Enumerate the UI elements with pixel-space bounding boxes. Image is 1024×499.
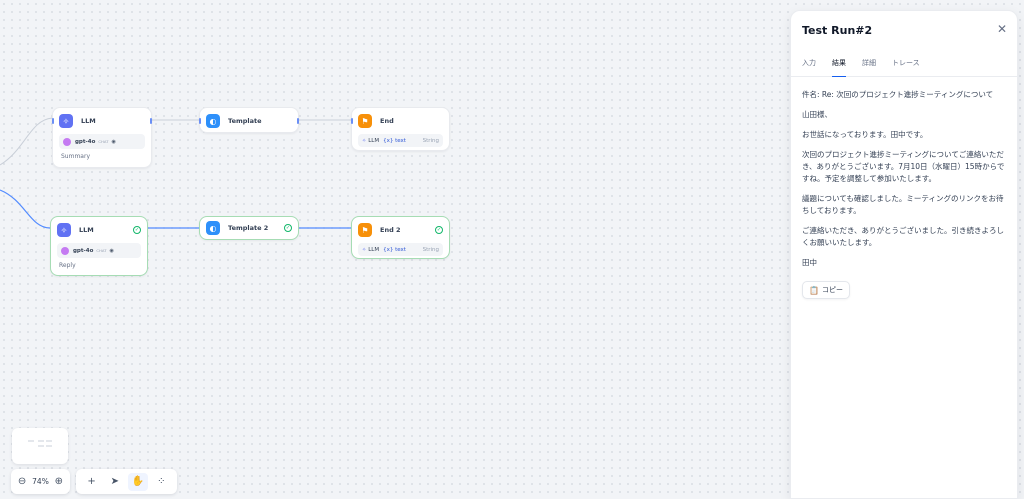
success-check-icon: ✓ xyxy=(284,224,292,232)
tab-input[interactable]: 入力 xyxy=(802,49,816,77)
hand-icon[interactable]: ✋ xyxy=(128,472,149,491)
node-template[interactable]: ◐ Template xyxy=(199,107,299,133)
node-title: Template 2 xyxy=(228,224,269,232)
model-name: gpt-4o xyxy=(75,138,96,145)
close-icon[interactable]: ✕ xyxy=(997,22,1007,36)
model-mode: CHAT xyxy=(96,248,107,253)
tab-result[interactable]: 結果 xyxy=(832,49,846,77)
output-handle[interactable] xyxy=(150,118,152,124)
copy-label: コピー xyxy=(821,286,843,294)
variable-source: LLM xyxy=(368,137,380,144)
edge-in-1 xyxy=(0,117,53,166)
minimap-node xyxy=(28,440,34,442)
result-paragraph: 次回のプロジェクト進捗ミーティングについてご連絡いただき、ありがとうございます。… xyxy=(802,150,1005,183)
node-title: LLM xyxy=(79,226,94,234)
llm-small-icon: ✧ xyxy=(362,137,367,144)
llm-icon: ✧ xyxy=(59,114,73,128)
input-handle[interactable] xyxy=(351,118,353,124)
eye-icon: ◉ xyxy=(111,138,116,145)
input-handle[interactable] xyxy=(199,118,201,124)
node-llm-reply[interactable]: ✧ LLM ✓ gpt-4o CHAT ◉ Reply xyxy=(50,216,148,276)
variable-source: LLM xyxy=(368,246,380,253)
panel-title: Test Run#2 xyxy=(802,24,873,37)
test-run-panel: Test Run#2 ✕ 入力 結果 詳細 トレース 件名: Re: 次回のプロ… xyxy=(790,10,1018,499)
workflow-canvas[interactable]: ✧ LLM gpt-4o CHAT ◉ Summary ◐ Template ⚑… xyxy=(0,0,790,499)
result-paragraph: ご連絡いただき、ありがとうございました。引き続きよろしくお願いいたします。 xyxy=(802,226,1004,247)
node-template-2[interactable]: ◐ Template 2 ✓ xyxy=(199,216,299,240)
openai-icon xyxy=(63,137,71,146)
success-check-icon: ✓ xyxy=(435,226,443,234)
node-description: Reply xyxy=(59,262,76,269)
success-check-icon: ✓ xyxy=(133,226,141,234)
zoom-controls: ⊖ 74% ⊕ xyxy=(11,469,70,494)
eye-icon: ◉ xyxy=(109,247,114,254)
node-title: Template xyxy=(228,117,262,125)
model-badge: gpt-4o CHAT ◉ xyxy=(59,134,145,149)
end-icon: ⚑ xyxy=(358,114,372,128)
template-icon: ◐ xyxy=(206,114,220,128)
pointer-icon[interactable]: ➤ xyxy=(105,473,125,491)
output-variable: ✧ LLM {x} text String xyxy=(358,243,443,256)
zoom-out-icon[interactable]: ⊖ xyxy=(18,476,26,487)
tab-trace[interactable]: トレース xyxy=(892,49,920,77)
plus-icon[interactable]: + xyxy=(82,473,102,491)
output-handle[interactable] xyxy=(297,118,299,124)
minimap-node xyxy=(46,445,52,447)
llm-small-icon: ✧ xyxy=(362,246,367,253)
result-paragraph: 山田様、 xyxy=(802,110,832,119)
minimap-node xyxy=(38,445,44,447)
zoom-level[interactable]: 74% xyxy=(32,477,49,486)
end-icon: ⚑ xyxy=(358,223,372,237)
node-end[interactable]: ⚑ End ✧ LLM {x} text String xyxy=(351,107,450,151)
llm-icon: ✧ xyxy=(57,223,71,237)
node-title: LLM xyxy=(81,117,96,125)
minimap-node xyxy=(46,440,52,442)
variable-name: {x} text xyxy=(383,137,406,144)
result-paragraph: 件名: Re: 次回のプロジェクト進捗ミーティングについて xyxy=(802,90,994,99)
variable-type: String xyxy=(422,137,439,144)
edge-in-2 xyxy=(0,189,51,229)
clipboard-icon: 📋 xyxy=(809,285,819,295)
result-paragraph: 田中 xyxy=(802,258,817,267)
node-title: End 2 xyxy=(380,226,401,234)
node-llm-summary[interactable]: ✧ LLM gpt-4o CHAT ◉ Summary xyxy=(52,107,152,168)
variable-name: {x} text xyxy=(383,246,406,253)
canvas-toolbar: + ➤ ✋ ⁘ xyxy=(76,469,177,494)
minimap-node xyxy=(38,440,44,442)
result-paragraph: 議題についても確認しました。ミーティングのリンクをお待ちしております。 xyxy=(802,194,1004,215)
organize-icon[interactable]: ⁘ xyxy=(151,473,171,491)
node-title: End xyxy=(380,117,394,125)
output-variable: ✧ LLM {x} text String xyxy=(358,134,443,147)
node-description: Summary xyxy=(61,153,90,160)
model-mode: CHAT xyxy=(98,139,109,144)
template-icon: ◐ xyxy=(206,221,220,235)
result-paragraph: お世話になっております。田中です。 xyxy=(802,130,928,139)
copy-button[interactable]: 📋 コピー xyxy=(802,281,850,299)
model-badge: gpt-4o CHAT ◉ xyxy=(57,243,141,258)
tab-detail[interactable]: 詳細 xyxy=(862,49,876,77)
variable-type: String xyxy=(422,246,439,253)
openai-icon xyxy=(61,246,69,255)
result-content: 件名: Re: 次回のプロジェクト進捗ミーティングについて 山田様、 お世話にな… xyxy=(802,89,1008,299)
node-end-2[interactable]: ⚑ End 2 ✓ ✧ LLM {x} text String xyxy=(351,216,450,259)
minimap[interactable] xyxy=(12,428,68,464)
zoom-in-icon[interactable]: ⊕ xyxy=(55,476,63,487)
panel-tabs: 入力 結果 詳細 トレース xyxy=(791,49,1017,77)
model-name: gpt-4o xyxy=(73,247,94,254)
input-handle[interactable] xyxy=(52,118,54,124)
